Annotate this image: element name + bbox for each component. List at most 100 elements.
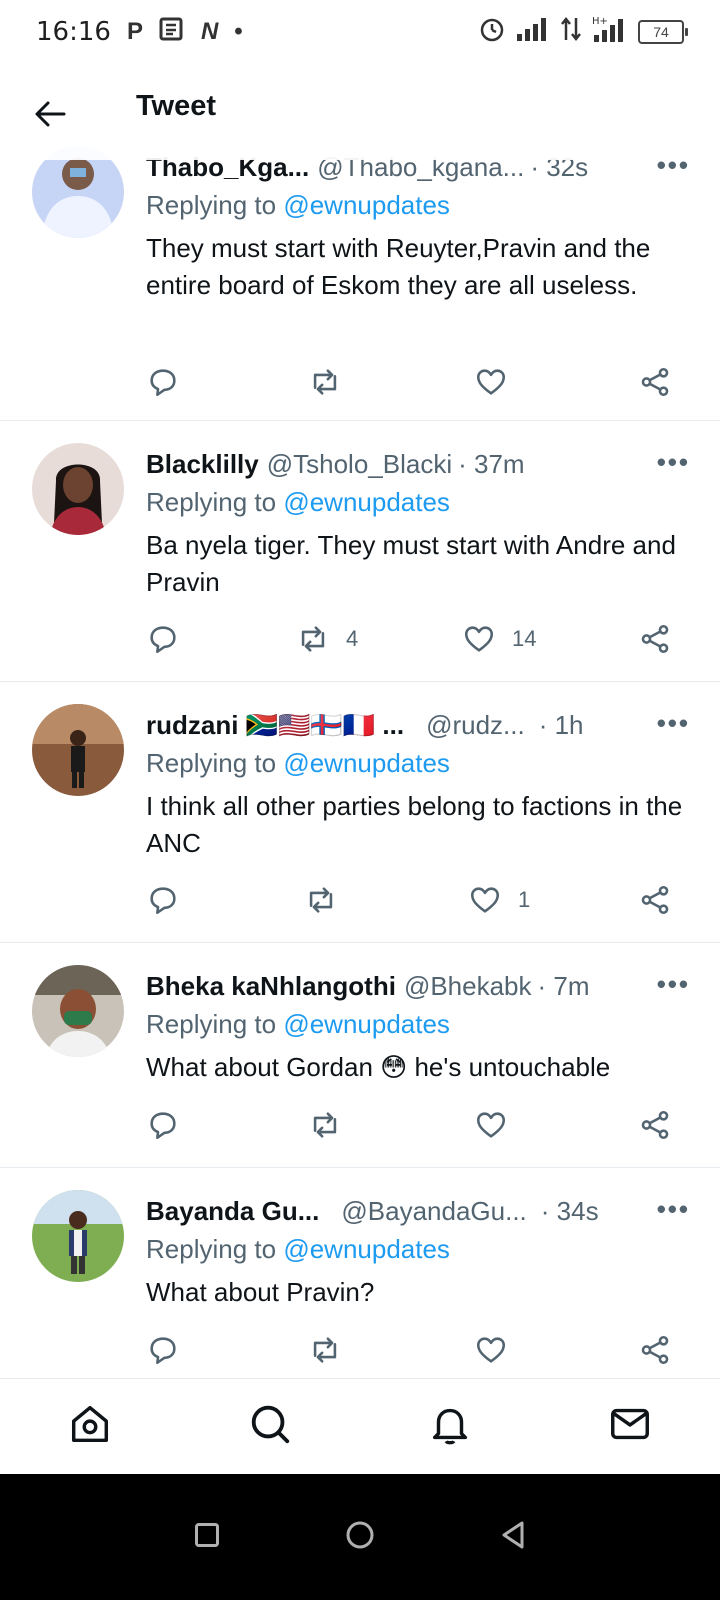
avatar[interactable] <box>32 443 124 535</box>
top-bar: Tweet <box>0 64 720 160</box>
replying-prefix: Replying to <box>146 748 277 778</box>
system-nav-bar <box>0 1474 720 1600</box>
svg-text:H+: H+ <box>592 16 608 27</box>
tweet-time: · 7m <box>537 970 590 1001</box>
parking-icon: P <box>126 18 143 45</box>
nav-notifications[interactable] <box>427 1401 473 1452</box>
tweet-text: What about Gordan 😳 he's untouchable <box>146 1052 611 1082</box>
share-button[interactable] <box>638 622 672 656</box>
mention-link[interactable]: @ewnupdates <box>283 748 450 778</box>
search-icon <box>251 1405 290 1444</box>
share-icon <box>641 885 669 915</box>
like-count: 14 <box>512 626 537 651</box>
tweet-header: Bayanda Gu... @BayandaGu... · 34s <box>146 1194 690 1228</box>
heart-icon <box>476 1112 506 1138</box>
tweet-text: What about Pravin? <box>146 1277 375 1307</box>
status-time: 16:16 <box>36 17 111 47</box>
replying-to: Replying to @ewnupdates <box>146 487 690 521</box>
mention-link[interactable]: @ewnupdates <box>283 1234 450 1264</box>
page-title: Tweet <box>136 90 217 122</box>
share-button[interactable] <box>638 365 672 399</box>
share-icon <box>641 367 669 397</box>
user-handle[interactable]: @Tsholo_Blacki <box>267 449 452 480</box>
share-button[interactable] <box>638 1108 672 1142</box>
like-count: 1 <box>518 887 531 912</box>
signal-icon <box>516 16 550 49</box>
battery-icon: 74 <box>638 20 688 44</box>
more-options-icon[interactable]: ••• <box>657 1194 690 1225</box>
tweet-header: rudzani 🇿🇦🇺🇸🇫🇴🇫🇷 ... @rudz... · 1h <box>146 708 690 742</box>
user-name[interactable]: Bheka kaNhlangothi <box>146 971 396 1002</box>
status-right: H+ 74 <box>478 15 688 50</box>
retweet-button[interactable] <box>304 883 354 917</box>
home-system-button[interactable] <box>342 1517 378 1558</box>
more-options-icon[interactable]: ••• <box>657 969 690 1000</box>
share-icon <box>641 1110 669 1140</box>
tweet-actions <box>146 362 690 402</box>
like-button[interactable] <box>474 365 524 399</box>
tweet-item[interactable]: Bheka kaNhlangothi @Bhekabk · 7m ••• Rep… <box>0 943 720 1168</box>
replying-prefix: Replying to <box>146 1234 277 1264</box>
like-button[interactable] <box>474 1333 524 1367</box>
nav-search[interactable] <box>247 1401 293 1452</box>
retweet-icon <box>309 887 333 913</box>
reply-button[interactable] <box>146 365 180 399</box>
reply-button[interactable] <box>146 1108 180 1142</box>
nav-messages[interactable] <box>607 1401 653 1452</box>
tweet-item[interactable]: rudzani 🇿🇦🇺🇸🇫🇴🇫🇷 ... @rudz... · 1h ••• R… <box>0 682 720 943</box>
replying-prefix: Replying to <box>146 190 277 220</box>
back-button[interactable] <box>30 94 70 134</box>
status-bar: 16:16 P N • H+ 74 <box>0 0 720 64</box>
reply-button[interactable] <box>146 622 180 656</box>
tweet-actions: 1 <box>146 880 690 920</box>
more-options-icon[interactable]: ••• <box>657 447 690 478</box>
tweet-header: Bheka kaNhlangothi @Bhekabk · 7m <box>146 969 690 1003</box>
avatar[interactable] <box>32 704 124 796</box>
retweet-button[interactable] <box>308 1108 358 1142</box>
tweet-body: Blacklilly @Tsholo_Blacki · 37m ••• Repl… <box>146 447 690 601</box>
retweet-icon <box>313 369 337 395</box>
tweet-actions <box>146 1105 690 1145</box>
heart-icon <box>476 369 506 395</box>
user-handle[interactable]: @BayandaGu... <box>341 1196 526 1227</box>
retweet-button[interactable] <box>308 1333 358 1367</box>
avatar[interactable] <box>32 1190 124 1282</box>
user-name[interactable]: Blacklilly <box>146 449 259 480</box>
like-button[interactable]: 1 <box>468 883 530 917</box>
share-button[interactable] <box>638 883 672 917</box>
tweet-item[interactable]: Blacklilly @Tsholo_Blacki · 37m ••• Repl… <box>0 421 720 682</box>
user-handle[interactable]: @rudz... <box>426 710 525 741</box>
tweet-item[interactable]: Bayanda Gu... @BayandaGu... · 34s ••• Re… <box>0 1168 720 1380</box>
reply-feed: Thabo_Kga... @Thabo_kgana... · 32s ••• R… <box>0 146 720 1380</box>
mention-link[interactable]: @ewnupdates <box>283 190 450 220</box>
like-button[interactable] <box>474 1108 524 1142</box>
back-system-button[interactable] <box>495 1517 531 1558</box>
tweet-body: rudzani 🇿🇦🇺🇸🇫🇴🇫🇷 ... @rudz... · 1h ••• R… <box>146 708 690 862</box>
tweet-time: · 1h <box>538 709 584 740</box>
heart-icon <box>464 626 494 652</box>
reply-button[interactable] <box>146 1333 180 1367</box>
retweet-icon <box>301 626 325 652</box>
share-button[interactable] <box>638 1333 672 1367</box>
recents-button[interactable] <box>189 1517 225 1558</box>
reply-icon <box>150 887 176 915</box>
reply-button[interactable] <box>146 883 180 917</box>
user-name[interactable]: rudzani 🇿🇦🇺🇸🇫🇴🇫🇷 ... <box>146 710 404 741</box>
replying-to: Replying to @ewnupdates <box>146 748 690 782</box>
alarm-icon <box>478 15 506 50</box>
retweet-button[interactable]: 4 <box>296 622 358 656</box>
mention-link[interactable]: @ewnupdates <box>283 487 450 517</box>
mention-link[interactable]: @ewnupdates <box>283 1009 450 1039</box>
user-handle[interactable]: @Bhekabk <box>404 971 532 1002</box>
retweet-button[interactable] <box>308 365 358 399</box>
tweet-body: Thabo_Kga... @Thabo_kgana... · 32s ••• R… <box>146 150 690 304</box>
tweet-header: Blacklilly @Tsholo_Blacki · 37m <box>146 447 690 481</box>
tweet-actions: 4 14 <box>146 619 690 659</box>
share-icon <box>641 624 669 654</box>
like-button[interactable]: 14 <box>462 622 536 656</box>
user-name[interactable]: Bayanda Gu... <box>146 1196 319 1227</box>
more-options-icon[interactable]: ••• <box>657 708 690 739</box>
avatar[interactable] <box>32 965 124 1057</box>
tweet-item[interactable]: Thabo_Kga... @Thabo_kgana... · 32s ••• R… <box>0 146 720 421</box>
nav-home[interactable] <box>67 1401 113 1452</box>
